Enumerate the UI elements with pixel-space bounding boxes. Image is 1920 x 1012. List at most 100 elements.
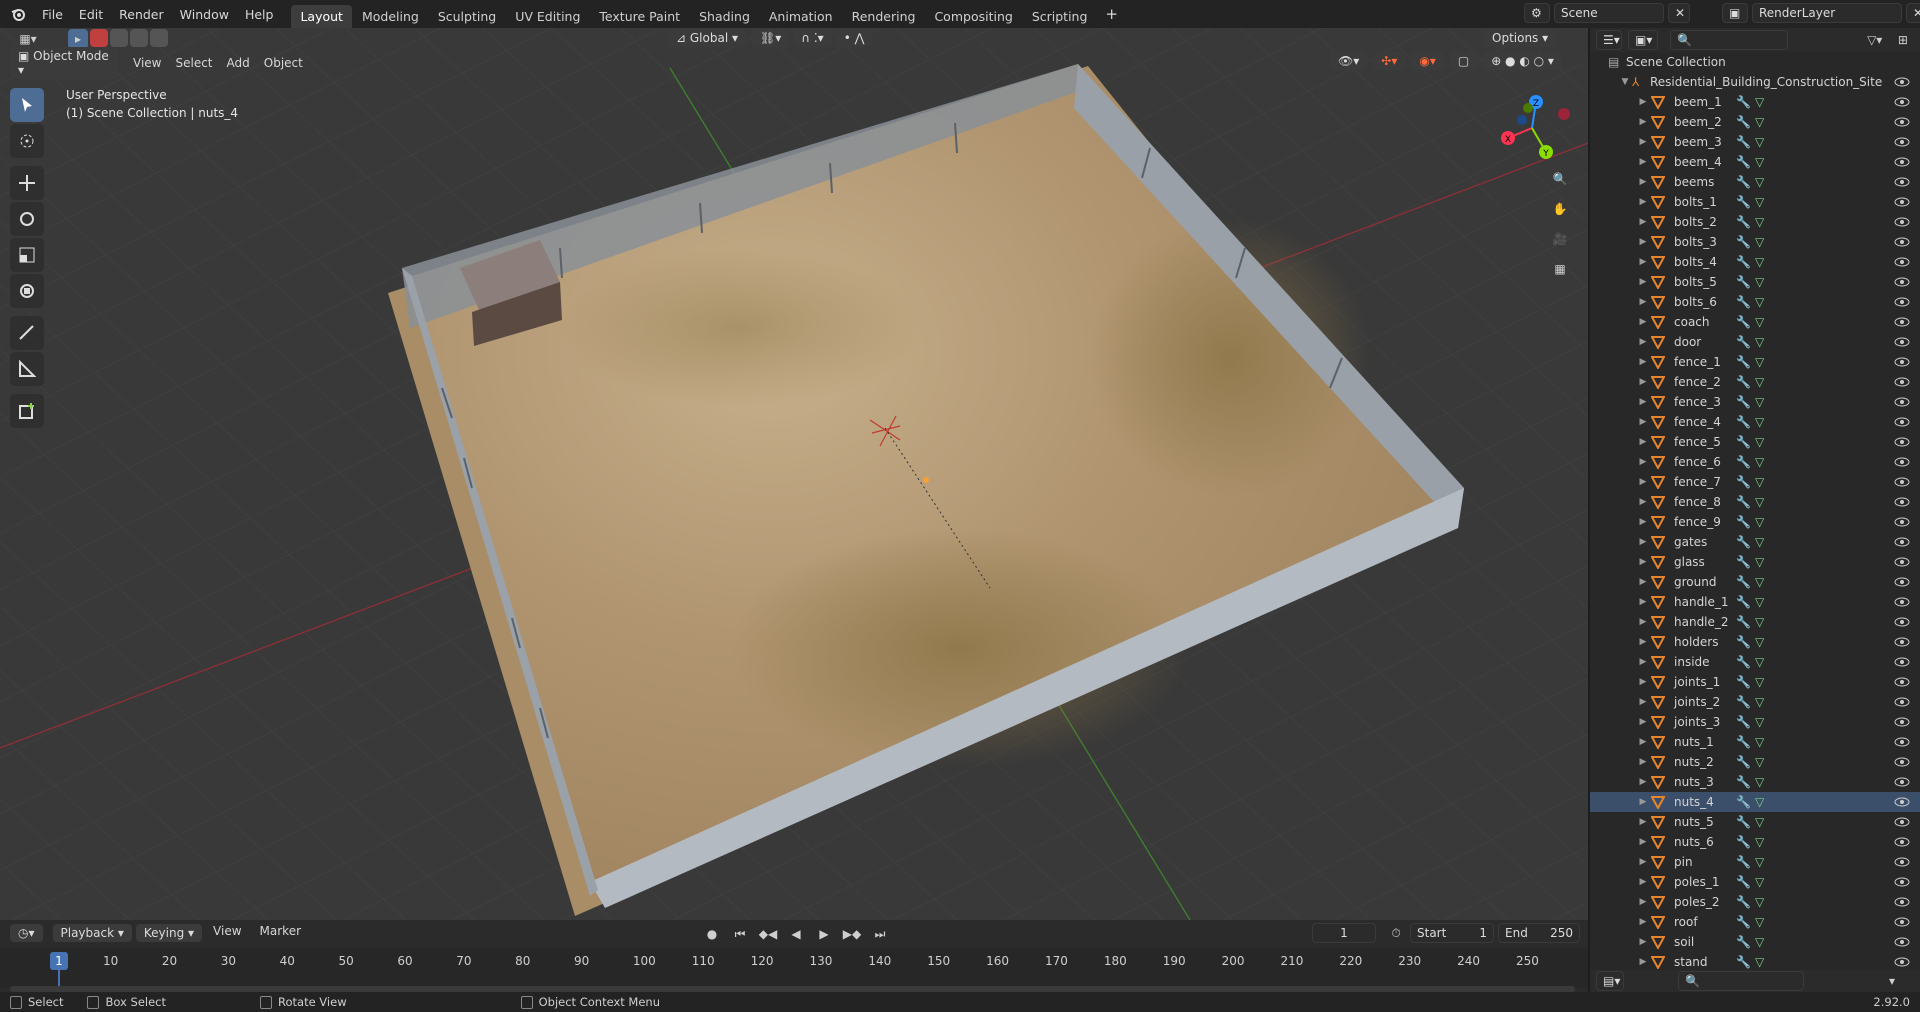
playhead[interactable]: 1 bbox=[50, 952, 68, 970]
modifier-wrench-icon[interactable]: 🔧 bbox=[1736, 435, 1751, 449]
mesh-data-icon[interactable]: ▽ bbox=[1755, 255, 1764, 269]
visibility-eye-icon[interactable] bbox=[1894, 315, 1910, 329]
expand-triangle-icon[interactable]: ▶ bbox=[1636, 157, 1650, 167]
start-frame-field[interactable]: Start 1 bbox=[1410, 923, 1494, 943]
visibility-eye-icon[interactable] bbox=[1894, 435, 1910, 449]
visibility-eye-icon[interactable] bbox=[1894, 815, 1910, 829]
scene-icon[interactable]: ⚙ bbox=[1524, 3, 1550, 23]
expand-triangle-icon[interactable]: ▶ bbox=[1636, 797, 1650, 807]
mesh-data-icon[interactable]: ▽ bbox=[1755, 415, 1764, 429]
scale-tool[interactable] bbox=[10, 238, 44, 272]
visibility-eye-icon[interactable] bbox=[1894, 855, 1910, 869]
outliner-item[interactable]: ▶ bolts_2 🔧 ▽ bbox=[1590, 212, 1920, 232]
expand-triangle-icon[interactable]: ▶ bbox=[1636, 177, 1650, 187]
tab-layout[interactable]: Layout bbox=[291, 5, 352, 28]
mesh-data-icon[interactable]: ▽ bbox=[1755, 215, 1764, 229]
add-cube-tool[interactable] bbox=[10, 394, 44, 428]
expand-triangle-icon[interactable]: ▶ bbox=[1636, 137, 1650, 147]
visibility-eye-icon[interactable] bbox=[1894, 915, 1910, 929]
visibility-eye-icon[interactable] bbox=[1894, 395, 1910, 409]
outliner-item[interactable]: ▶ roof 🔧 ▽ bbox=[1590, 912, 1920, 932]
visibility-eye-icon[interactable] bbox=[1894, 875, 1910, 889]
visibility-eye-icon[interactable] bbox=[1894, 775, 1910, 789]
expand-triangle-icon[interactable]: ▶ bbox=[1636, 517, 1650, 527]
mesh-data-icon[interactable]: ▽ bbox=[1755, 575, 1764, 589]
mesh-data-icon[interactable]: ▽ bbox=[1755, 555, 1764, 569]
visibility-eye-icon[interactable] bbox=[1894, 735, 1910, 749]
modifier-wrench-icon[interactable]: 🔧 bbox=[1736, 175, 1751, 189]
tab-animation[interactable]: Animation bbox=[760, 5, 842, 28]
outliner-item[interactable]: ▶ fence_3 🔧 ▽ bbox=[1590, 392, 1920, 412]
mesh-data-icon[interactable]: ▽ bbox=[1755, 95, 1764, 109]
modifier-wrench-icon[interactable]: 🔧 bbox=[1736, 195, 1751, 209]
visibility-eye-icon[interactable] bbox=[1894, 535, 1910, 549]
expand-triangle-icon[interactable]: ▶ bbox=[1636, 717, 1650, 727]
mesh-data-icon[interactable]: ▽ bbox=[1755, 475, 1764, 489]
outliner-item[interactable]: ▶ handle_2 🔧 ▽ bbox=[1590, 612, 1920, 632]
mesh-data-icon[interactable]: ▽ bbox=[1755, 315, 1764, 329]
play-reverse-icon[interactable]: ◀ bbox=[784, 923, 808, 945]
tab-scripting[interactable]: Scripting bbox=[1023, 5, 1097, 28]
subtract-selection-icon[interactable] bbox=[130, 29, 148, 47]
expand-triangle-icon[interactable]: ▶ bbox=[1636, 317, 1650, 327]
modifier-wrench-icon[interactable]: 🔧 bbox=[1736, 955, 1751, 969]
expand-triangle-icon[interactable]: ▶ bbox=[1636, 437, 1650, 447]
visibility-eye-icon[interactable] bbox=[1894, 115, 1910, 129]
outliner-item[interactable]: ▶ door 🔧 ▽ bbox=[1590, 332, 1920, 352]
visibility-eye-icon[interactable] bbox=[1894, 455, 1910, 469]
close-icon[interactable]: ✕ bbox=[1906, 3, 1920, 23]
scene-name-field[interactable]: Scene bbox=[1554, 3, 1664, 23]
measure-tool[interactable] bbox=[10, 352, 44, 386]
outliner-item[interactable]: ▶ beem_2 🔧 ▽ bbox=[1590, 112, 1920, 132]
visibility-eye-icon[interactable] bbox=[1894, 935, 1910, 949]
mesh-data-icon[interactable]: ▽ bbox=[1755, 515, 1764, 529]
mesh-data-icon[interactable]: ▽ bbox=[1755, 855, 1764, 869]
collection-row[interactable]: ▼ ⅄ Residential_Building_Construction_Si… bbox=[1590, 72, 1920, 92]
mesh-data-icon[interactable]: ▽ bbox=[1755, 395, 1764, 409]
expand-triangle-icon[interactable]: ▶ bbox=[1636, 917, 1650, 927]
visibility-eye-icon[interactable] bbox=[1894, 475, 1910, 489]
pivot-icon[interactable]: ⛓▾ bbox=[752, 29, 790, 47]
modifier-wrench-icon[interactable]: 🔧 bbox=[1736, 875, 1751, 889]
expand-triangle-icon[interactable]: ▶ bbox=[1636, 817, 1650, 827]
mesh-data-icon[interactable]: ▽ bbox=[1755, 455, 1764, 469]
modifier-wrench-icon[interactable]: 🔧 bbox=[1736, 495, 1751, 509]
mesh-data-icon[interactable]: ▽ bbox=[1755, 875, 1764, 889]
expand-triangle-icon[interactable]: ▶ bbox=[1636, 537, 1650, 547]
mesh-data-icon[interactable]: ▽ bbox=[1755, 595, 1764, 609]
expand-triangle-icon[interactable]: ▶ bbox=[1636, 277, 1650, 287]
mesh-data-icon[interactable]: ▽ bbox=[1755, 695, 1764, 709]
visibility-eye-icon[interactable] bbox=[1894, 795, 1910, 809]
end-frame-field[interactable]: End 250 bbox=[1498, 923, 1580, 943]
expand-triangle-icon[interactable]: ▶ bbox=[1636, 117, 1650, 127]
outliner-item[interactable]: ▶ fence_8 🔧 ▽ bbox=[1590, 492, 1920, 512]
expand-triangle-icon[interactable]: ▶ bbox=[1636, 757, 1650, 767]
mesh-data-icon[interactable]: ▽ bbox=[1755, 795, 1764, 809]
outliner-item[interactable]: ▶ joints_2 🔧 ▽ bbox=[1590, 692, 1920, 712]
visibility-eye-icon[interactable] bbox=[1894, 215, 1910, 229]
outliner-item[interactable]: ▶ ground 🔧 ▽ bbox=[1590, 572, 1920, 592]
visibility-eye-icon[interactable] bbox=[1894, 355, 1910, 369]
new-collection-icon[interactable]: ⊞ bbox=[1892, 29, 1914, 51]
modifier-wrench-icon[interactable]: 🔧 bbox=[1736, 655, 1751, 669]
blender-logo-icon[interactable] bbox=[6, 3, 30, 25]
viewport-menu-view[interactable]: View bbox=[126, 56, 168, 70]
expand-triangle-icon[interactable]: ▶ bbox=[1636, 397, 1650, 407]
navigation-gizmo[interactable]: Z X Y bbox=[1492, 88, 1574, 170]
expand-triangle-icon[interactable]: ▶ bbox=[1636, 737, 1650, 747]
play-icon[interactable]: ▶ bbox=[812, 923, 836, 945]
outliner-item[interactable]: ▶ beem_4 🔧 ▽ bbox=[1590, 152, 1920, 172]
outliner-item[interactable]: ▶ nuts_3 🔧 ▽ bbox=[1590, 772, 1920, 792]
outliner-item[interactable]: ▶ bolts_1 🔧 ▽ bbox=[1590, 192, 1920, 212]
menu-render[interactable]: Render bbox=[111, 7, 172, 22]
expand-triangle-icon[interactable]: ▶ bbox=[1636, 297, 1650, 307]
menu-file[interactable]: File bbox=[34, 7, 71, 22]
editor-type-icon[interactable]: ◷▾ bbox=[10, 924, 43, 942]
outliner-item[interactable]: ▶ holders 🔧 ▽ bbox=[1590, 632, 1920, 652]
mesh-data-icon[interactable]: ▽ bbox=[1755, 955, 1764, 969]
modifier-wrench-icon[interactable]: 🔧 bbox=[1736, 115, 1751, 129]
visibility-eye-icon[interactable] bbox=[1894, 235, 1910, 249]
outliner-item[interactable]: ▶ fence_2 🔧 ▽ bbox=[1590, 372, 1920, 392]
mesh-data-icon[interactable]: ▽ bbox=[1755, 435, 1764, 449]
modifier-wrench-icon[interactable]: 🔧 bbox=[1736, 135, 1751, 149]
